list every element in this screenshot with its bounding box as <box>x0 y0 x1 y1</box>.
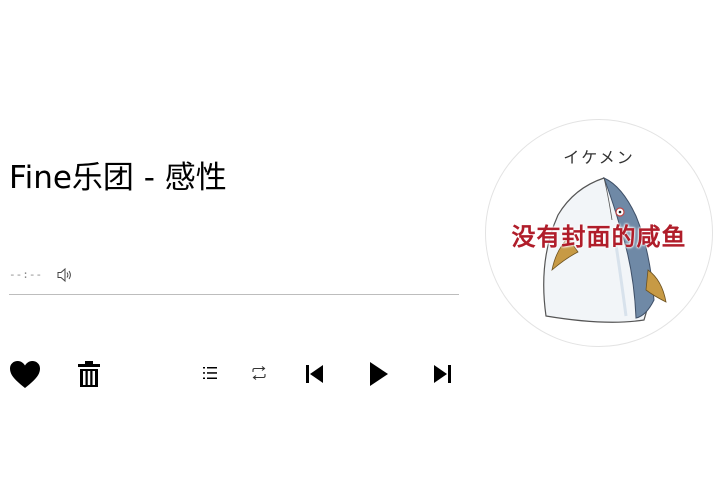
previous-button[interactable] <box>306 364 324 388</box>
play-icon <box>369 361 389 391</box>
trash-icon <box>78 360 100 392</box>
cover-caption: 没有封面的咸鱼 <box>511 223 687 251</box>
progress-bar[interactable] <box>9 294 459 295</box>
delete-button[interactable] <box>78 360 100 392</box>
skip-previous-icon <box>306 364 324 388</box>
skip-next-icon <box>433 364 452 388</box>
volume-icon[interactable] <box>56 267 74 283</box>
list-icon <box>202 365 218 385</box>
track-title: Fine乐团 - 感性 <box>9 160 227 196</box>
album-cover: イケメン 没有封面的咸鱼 <box>485 119 713 347</box>
play-button[interactable] <box>369 361 389 391</box>
repeat-button[interactable] <box>250 366 268 384</box>
cover-doodle-text: イケメン <box>563 148 635 167</box>
heart-icon <box>9 360 41 393</box>
next-button[interactable] <box>433 364 452 388</box>
time-display: --:-- <box>9 268 43 281</box>
like-button[interactable] <box>9 360 41 393</box>
playlist-button[interactable] <box>202 367 218 383</box>
repeat-icon <box>250 364 268 386</box>
